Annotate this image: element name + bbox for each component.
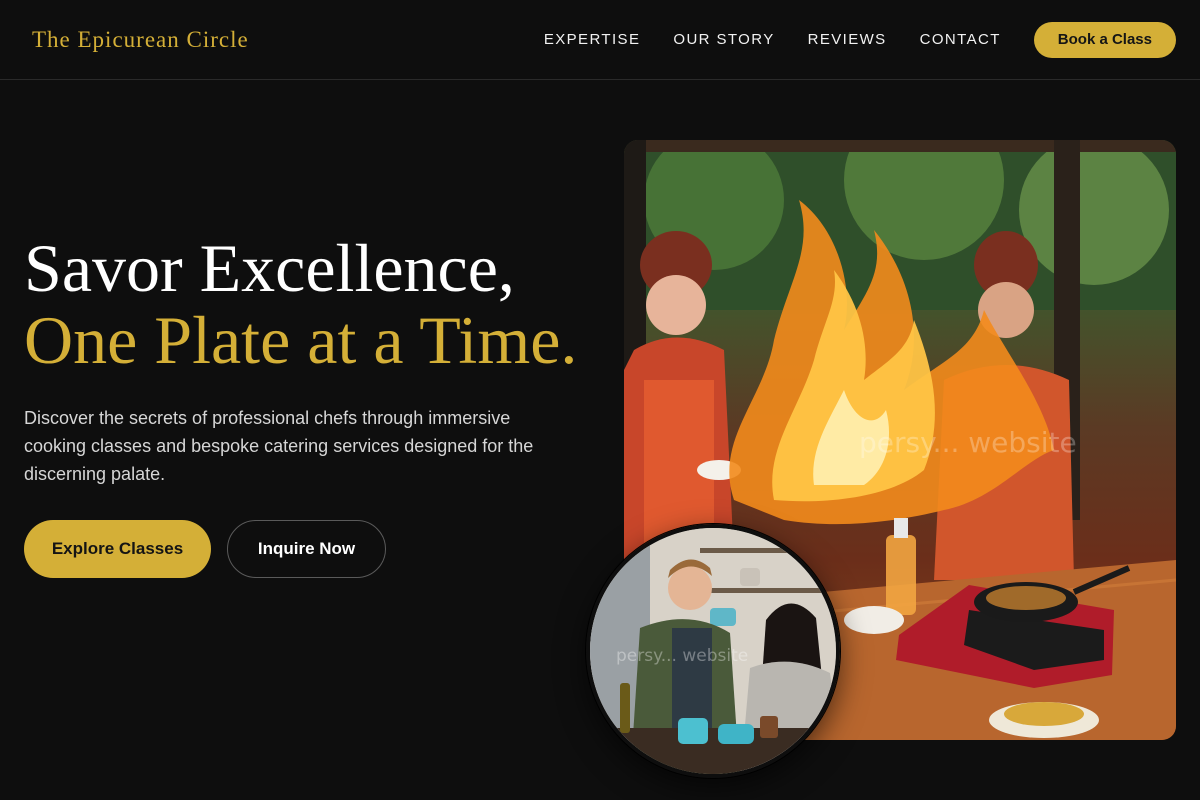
landing-page: The Epicurean Circle EXPERTISE OUR STORY… (0, 0, 1200, 800)
circle-photo-watermark: persy... website (616, 646, 749, 666)
main-photo-watermark: persy... website (859, 426, 1077, 459)
hero-actions: Explore Classes Inquire Now (24, 520, 584, 578)
nav-link-contact[interactable]: CONTACT (920, 31, 1001, 48)
nav-link-reviews[interactable]: REVIEWS (808, 31, 887, 48)
explore-classes-button[interactable]: Explore Classes (24, 520, 211, 578)
hero-description: Discover the secrets of professional che… (24, 408, 534, 484)
brand-logo[interactable]: The Epicurean Circle (32, 27, 249, 53)
site-header: The Epicurean Circle EXPERTISE OUR STORY… (0, 0, 1200, 80)
hero-title-line1: Savor Excellence, (24, 230, 515, 306)
cooking-class-photo: persy... website (586, 524, 840, 778)
nav-right: EXPERTISE OUR STORY REVIEWS CONTACT Book… (544, 21, 1176, 58)
nav-link-expertise[interactable]: EXPERTISE (544, 31, 641, 48)
inquire-now-button[interactable]: Inquire Now (227, 520, 386, 578)
main-nav: EXPERTISE OUR STORY REVIEWS CONTACT (544, 31, 1001, 48)
nav-link-our-story[interactable]: OUR STORY (673, 31, 774, 48)
hero-title-line2: One Plate at a Time. (24, 302, 578, 378)
hero-section: Savor Excellence, One Plate at a Time. D… (24, 232, 584, 578)
book-class-button[interactable]: Book a Class (1033, 21, 1176, 58)
hero-title: Savor Excellence, One Plate at a Time. (24, 232, 584, 376)
